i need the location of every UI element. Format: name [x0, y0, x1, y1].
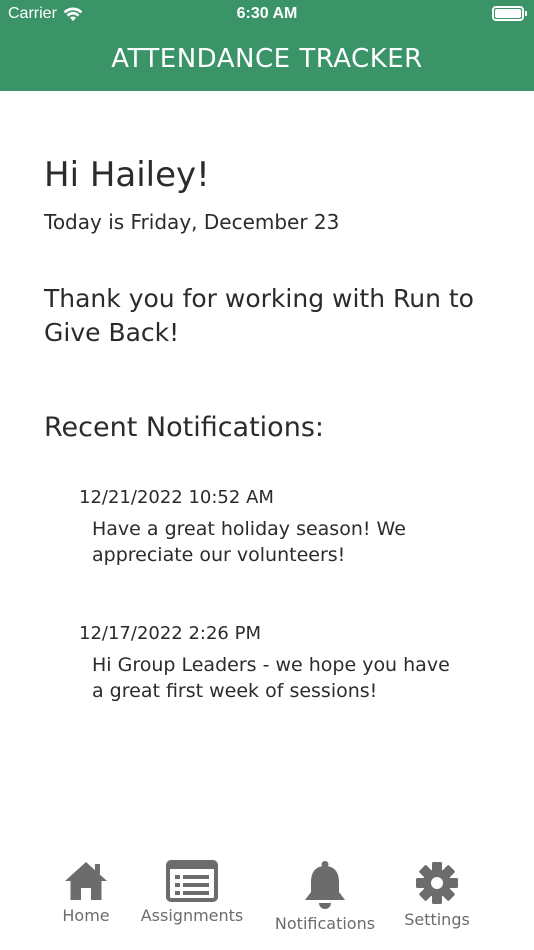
- app-title: ATTENDANCE TRACKER: [111, 44, 423, 74]
- status-bar: Carrier 6:30 AM: [0, 0, 534, 30]
- tab-home[interactable]: Home: [26, 860, 146, 925]
- tab-settings-label: Settings: [404, 910, 470, 929]
- notification-item: 12/17/2022 2:26 PM Hi Group Leaders - we…: [79, 623, 469, 704]
- notification-message: Hi Group Leaders - we hope you have a gr…: [92, 654, 450, 702]
- notification-item: 12/21/2022 10:52 AM Have a great holiday…: [79, 487, 469, 568]
- thank-you-message: Thank you for working with Run to Give B…: [44, 284, 474, 347]
- list-icon: [166, 860, 218, 902]
- bell-icon: [305, 861, 345, 909]
- tab-assignments-label: Assignments: [140, 906, 244, 925]
- recent-notifications-heading: Recent Notifications:: [44, 412, 324, 443]
- home-icon: [65, 862, 107, 900]
- status-time: 6:30 AM: [236, 5, 298, 22]
- tab-notifications-label: Notifications: [274, 914, 376, 933]
- notification-timestamp: 12/17/2022 2:26 PM: [79, 623, 261, 644]
- tab-assignments[interactable]: Assignments: [132, 860, 252, 925]
- notification-message: Have a great holiday season! We apprecia…: [92, 518, 406, 566]
- tab-home-label: Home: [62, 906, 110, 925]
- tab-bar: Home Assignments Notifications Settings: [0, 850, 534, 950]
- battery-icon: [492, 6, 527, 21]
- tab-notifications[interactable]: Notifications: [265, 860, 385, 933]
- tab-settings[interactable]: Settings: [377, 860, 497, 929]
- date-line: Today is Friday, December 23: [44, 210, 340, 234]
- app-header: Carrier 6:30 AM ATTENDANCE TRACKER: [0, 0, 534, 91]
- notification-timestamp: 12/21/2022 10:52 AM: [79, 487, 274, 508]
- greeting-heading: Hi Hailey!: [44, 155, 210, 195]
- gear-icon: [416, 862, 458, 904]
